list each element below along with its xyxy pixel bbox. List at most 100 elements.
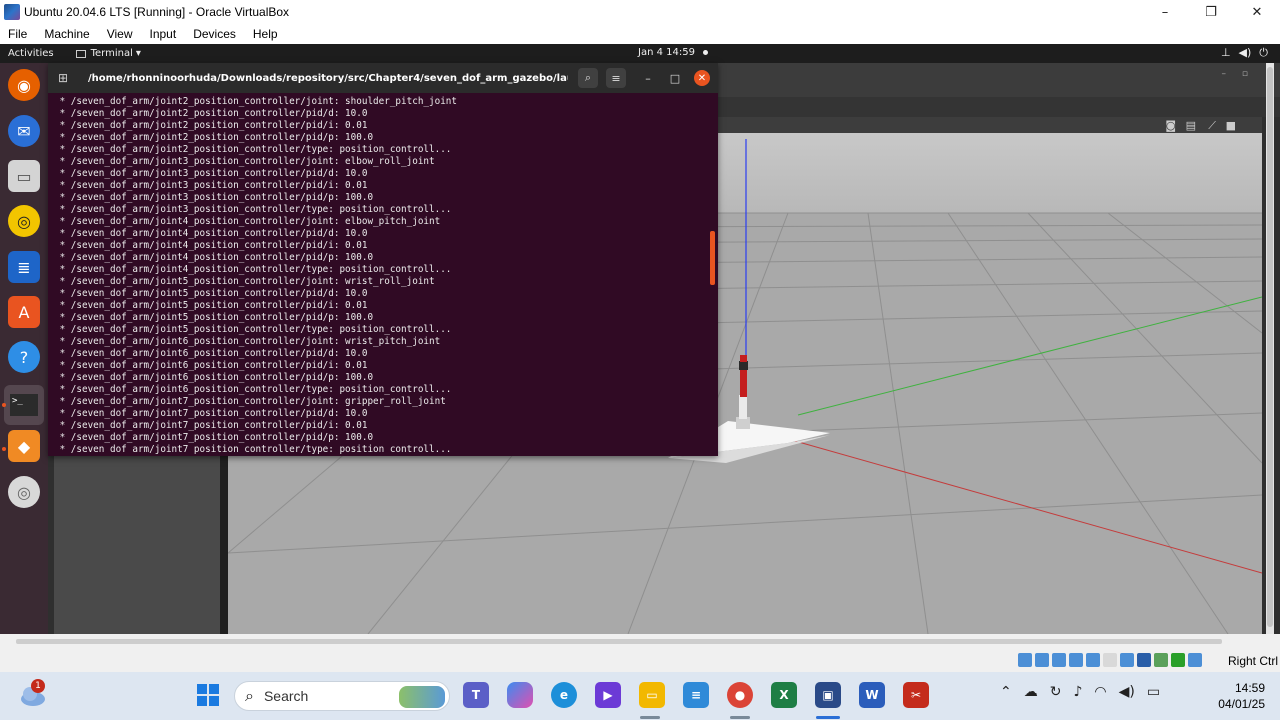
- copilot-icon[interactable]: [507, 682, 533, 708]
- thunderbird-icon[interactable]: ✉: [8, 115, 40, 147]
- terminal-minimize-button[interactable]: –: [638, 68, 658, 88]
- bing-icon[interactable]: ▶: [595, 682, 621, 708]
- battery-icon[interactable]: ▭: [1147, 684, 1160, 700]
- terminal-line: * /seven_dof_arm/joint4_position_control…: [54, 240, 368, 251]
- menu-help[interactable]: Help: [253, 27, 278, 41]
- weather-badge: 1: [31, 679, 45, 693]
- terminal-line: * /seven_dof_arm/joint7_position_control…: [54, 444, 452, 454]
- writer-icon[interactable]: ≣: [8, 251, 40, 283]
- terminal-scrollbar[interactable]: [710, 231, 715, 285]
- window-title: Ubuntu 20.04.6 LTS [Running] - Oracle Vi…: [24, 5, 290, 19]
- new-tab-icon[interactable]: ⊞: [52, 67, 74, 89]
- terminal-small-icon: [75, 49, 86, 58]
- terminal-line: * /seven_dof_arm/joint5_position_control…: [54, 300, 368, 311]
- teams-icon[interactable]: T: [463, 682, 489, 708]
- menu-devices[interactable]: Devices: [193, 27, 236, 41]
- active-indicator: [2, 403, 6, 407]
- gazebo-icon[interactable]: ◆: [8, 430, 40, 462]
- shared-folder-icon[interactable]: [1103, 653, 1117, 667]
- search-highlight-image: [399, 686, 445, 708]
- video-icon[interactable]: ■: [1226, 119, 1236, 132]
- menu-file[interactable]: File: [8, 27, 27, 41]
- hdd-icon[interactable]: [1018, 653, 1032, 667]
- app-menu-label: Terminal: [90, 48, 133, 59]
- system-tray[interactable]: ⊥ ◀) ⏻: [1221, 46, 1268, 60]
- notepad-icon[interactable]: ≡: [683, 682, 709, 708]
- terminal-line: * /seven_dof_arm/joint4_position_control…: [54, 216, 441, 227]
- ubuntu-dock: ◉ ✉ ▭ ◎ ≣ A ? >_ ◆ ◎: [0, 63, 48, 634]
- virtualbox-taskbar-icon[interactable]: ▣: [815, 682, 841, 708]
- terminal-icon[interactable]: >_: [4, 385, 44, 425]
- chevron-up-icon[interactable]: ⌃: [1000, 684, 1012, 700]
- terminal-output[interactable]: * /seven_dof_arm/joint2_position_control…: [54, 96, 704, 454]
- display-icon[interactable]: [1120, 653, 1134, 667]
- terminal-header-bar[interactable]: ⊞ /home/rhonninoorhuda/Downloads/reposit…: [48, 63, 718, 93]
- terminal-line: * /seven_dof_arm/joint5_position_control…: [54, 276, 435, 287]
- clock-time: 14:59: [1234, 681, 1265, 695]
- firefox-icon[interactable]: ◉: [8, 69, 40, 101]
- files-icon[interactable]: ▭: [8, 160, 40, 192]
- vbox-horizontal-scrollbar[interactable]: [0, 634, 1280, 648]
- gazebo-minimize-icon[interactable]: –: [1222, 69, 1227, 79]
- terminal-line: * /seven_dof_arm/joint6_position_control…: [54, 348, 368, 359]
- terminal-close-button[interactable]: ✕: [694, 70, 710, 86]
- software-icon[interactable]: A: [8, 296, 40, 328]
- taskbar-clock[interactable]: 14:59 04/01/25: [1205, 680, 1265, 712]
- dvd-icon[interactable]: ◎: [8, 476, 40, 508]
- record-icon[interactable]: ▤: [1186, 119, 1196, 132]
- recording-icon[interactable]: [1137, 653, 1151, 667]
- gazebo-restore-icon[interactable]: ▫: [1242, 69, 1248, 79]
- speaker-icon[interactable]: ◀): [1119, 684, 1135, 700]
- close-button[interactable]: ✕: [1234, 0, 1280, 24]
- terminal-maximize-button[interactable]: □: [665, 68, 685, 88]
- menu-view[interactable]: View: [107, 27, 133, 41]
- minimize-button[interactable]: –: [1142, 0, 1188, 24]
- file-explorer-icon[interactable]: ▭: [639, 682, 665, 708]
- help-icon[interactable]: ?: [8, 341, 40, 373]
- active-indicator: [2, 447, 6, 451]
- audio-icon[interactable]: [1052, 653, 1066, 667]
- gazebo-scrollbar[interactable]: [1266, 63, 1274, 634]
- microphone-icon[interactable]: ♪: [1073, 684, 1082, 700]
- rhythmbox-icon[interactable]: ◎: [8, 205, 40, 237]
- snipping-tool-icon[interactable]: ✂: [903, 682, 929, 708]
- cpu-icon[interactable]: [1154, 653, 1168, 667]
- taskbar-search-box[interactable]: ⌕ Search: [234, 681, 450, 711]
- terminal-line: * /seven_dof_arm/joint7_position_control…: [54, 396, 446, 407]
- ubuntu-top-panel: Activities Terminal ▾ Jan 4 14:59 ⊥ ◀) ⏻: [0, 44, 1280, 63]
- terminal-line: * /seven_dof_arm/joint7_position_control…: [54, 408, 368, 419]
- camera-icon[interactable]: ◙: [1165, 119, 1176, 132]
- word-icon[interactable]: W: [859, 682, 885, 708]
- optical-drive-icon[interactable]: [1035, 653, 1049, 667]
- activities-button[interactable]: Activities: [8, 48, 54, 59]
- menu-machine[interactable]: Machine: [44, 27, 89, 41]
- terminal-line: * /seven_dof_arm/joint2_position_control…: [54, 120, 368, 131]
- start-button[interactable]: [195, 682, 221, 708]
- terminal-line: * /seven_dof_arm/joint4_position_control…: [54, 252, 374, 263]
- network-icon[interactable]: [1069, 653, 1083, 667]
- restore-button[interactable]: ❐: [1188, 0, 1234, 24]
- sync-icon[interactable]: ↻: [1050, 684, 1062, 700]
- panel-clock[interactable]: Jan 4 14:59: [638, 47, 708, 58]
- edge-icon[interactable]: e: [551, 682, 577, 708]
- search-button[interactable]: ⌕: [578, 68, 598, 88]
- wifi-icon[interactable]: ◠: [1094, 684, 1106, 700]
- chrome-icon[interactable]: ●: [727, 682, 753, 708]
- usb-icon[interactable]: [1086, 653, 1100, 667]
- search-icon: ⌕: [245, 686, 254, 705]
- terminal-line: * /seven_dof_arm/joint5_position_control…: [54, 288, 368, 299]
- terminal-line: * /seven_dof_arm/joint2_position_control…: [54, 132, 374, 143]
- keyboard-icon[interactable]: [1188, 653, 1202, 667]
- notification-dot-icon: [702, 49, 708, 55]
- hamburger-menu-button[interactable]: ≡: [606, 68, 626, 88]
- terminal-title: /home/rhonninoorhuda/Downloads/repositor…: [88, 72, 568, 84]
- onedrive-icon[interactable]: ☁: [1024, 684, 1038, 700]
- app-menu[interactable]: Terminal ▾: [75, 48, 141, 59]
- guest-screen[interactable]: Activities Terminal ▾ Jan 4 14:59 ⊥ ◀) ⏻…: [0, 44, 1280, 634]
- plot-icon[interactable]: ⟋: [1208, 119, 1216, 133]
- vbox-title-bar: Ubuntu 20.04.6 LTS [Running] - Oracle Vi…: [0, 0, 1280, 24]
- excel-icon[interactable]: X: [771, 682, 797, 708]
- mouse-integration-icon[interactable]: [1171, 653, 1185, 667]
- menu-input[interactable]: Input: [150, 27, 177, 41]
- terminal-window[interactable]: ⊞ /home/rhonninoorhuda/Downloads/reposit…: [48, 63, 718, 456]
